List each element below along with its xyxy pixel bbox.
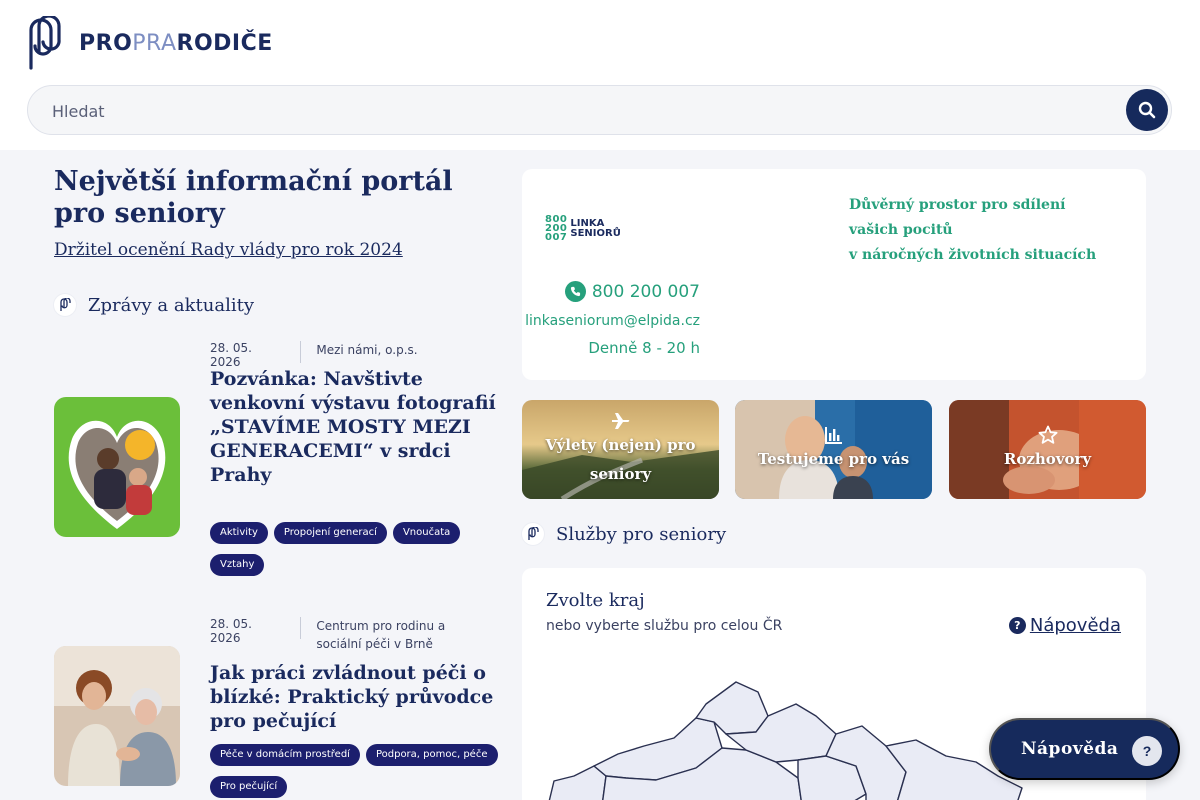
linka-senioru-logo[interactable]: 800 200 007 LINKA SENIORŮ (545, 215, 621, 243)
logo-wordmark: PROPRARODIČE (79, 31, 273, 56)
phone-icon (564, 281, 586, 302)
article-org: Centrum pro rodinu a sociální péči v Brn… (316, 619, 446, 651)
article-tags: Aktivity Propojení generací Vnoučata Vzt… (210, 522, 500, 576)
search-button[interactable] (1126, 89, 1168, 131)
tile-label: Testujeme pro vás (757, 450, 910, 468)
linka-phone-number: 800 200 007 (591, 281, 700, 302)
pp-logo-icon (522, 523, 544, 545)
region-selector-subtitle: nebo vyberte službu pro celou ČR (546, 618, 783, 634)
logo-pro: PRO (79, 30, 133, 56)
linka-claim: Důvěrný prostor pro sdílení vašich pocit… (849, 193, 1119, 268)
linka-logo-word: LINKA SENIORŮ (570, 217, 621, 239)
tag[interactable]: Vztahy (210, 554, 265, 576)
czech-regions-map[interactable] (546, 676, 1026, 800)
tile-rozhovory[interactable]: Rozhovory (949, 400, 1146, 499)
news-heading: Zprávy a aktuality (54, 294, 254, 316)
services-heading: Služby pro seniory (522, 523, 726, 545)
award-link[interactable]: Držitel ocenění Rady vlády pro rok 2024 (54, 240, 403, 260)
linka-logo-num: 007 (545, 232, 568, 243)
pp-logo-icon (54, 294, 76, 316)
linka-claim-line: Důvěrný prostor pro sdílení vašich pocit… (849, 197, 1066, 238)
services-heading-label: Služby pro seniory (556, 523, 727, 545)
article-date: 28. 05. 2026 (210, 617, 302, 645)
search-icon (1138, 101, 1156, 119)
logo-rodice: RODIČE (176, 30, 273, 56)
article-image[interactable] (54, 397, 180, 537)
logo-pra: PRA (132, 30, 177, 56)
article-title[interactable]: Pozvánka: Navštivte venkovní výstavu fot… (210, 367, 500, 487)
linka-logo-word-line: SENIORŮ (570, 227, 621, 239)
article-meta: 28. 05. 2026 Mezi námi, o.p.s. (210, 341, 494, 369)
tile-vylety[interactable]: Výlety (nejen) pro seniory (522, 400, 719, 499)
article-tags: Péče v domácím prostředí Podpora, pomoc,… (210, 744, 500, 798)
article-meta: 28. 05. 2026 Centrum pro rodinu a sociál… (210, 617, 494, 653)
help-floating-label: Nápověda (1021, 739, 1119, 759)
question-icon: ? (1132, 736, 1162, 766)
linka-logo-word-line: LINKA (570, 217, 605, 229)
help-link-label: Nápověda (1029, 615, 1121, 636)
help-floating-button[interactable]: Nápověda ? (989, 718, 1180, 780)
linka-claim-line: v náročných životních situacích (849, 247, 1097, 263)
map-region-karlovarsky (548, 765, 607, 800)
region-selector-title: Zvolte kraj (546, 590, 645, 611)
tag[interactable]: Vnoučata (392, 522, 461, 544)
news-heading-label: Zprávy a aktuality (88, 294, 254, 316)
linka-logo-numbers: 800 200 007 (545, 215, 568, 243)
article-image[interactable] (54, 646, 180, 786)
article-org: Mezi námi, o.p.s. (316, 343, 418, 357)
tile-testujeme[interactable]: Testujeme pro vás (735, 400, 932, 499)
tile-label: Výlety (nejen) pro seniory (545, 435, 696, 483)
tag[interactable]: Pro pečující (210, 776, 288, 798)
linka-hours: Denně 8 - 20 h (588, 339, 700, 357)
linka-email[interactable]: linkaseniorum@elpida.cz (525, 313, 700, 329)
bar-chart-icon (824, 427, 842, 444)
linka-senioru-card: 800 200 007 LINKA SENIORŮ 800 200 007 li… (522, 169, 1146, 380)
tag[interactable]: Péče v domácím prostředí (210, 744, 360, 766)
linka-phone[interactable]: 800 200 007 (564, 281, 700, 302)
star-icon (1038, 425, 1057, 444)
tag[interactable]: Aktivity (210, 522, 268, 544)
airplane-icon (611, 412, 629, 429)
tile-label: Rozhovory (1003, 450, 1092, 468)
search-input[interactable] (52, 98, 1112, 124)
site-header: PROPRARODIČE (0, 0, 1200, 150)
tag[interactable]: Podpora, pomoc, péče (365, 744, 498, 766)
logo-mark-icon (29, 16, 61, 70)
site-logo[interactable]: PROPRARODIČE (27, 16, 273, 70)
page-title: Největší informační portál pro seniory (54, 166, 453, 229)
tag[interactable]: Propojení generací (273, 522, 387, 544)
question-icon: ? (1008, 617, 1026, 634)
article-date: 28. 05. 2026 (210, 341, 302, 369)
article-title[interactable]: Jak práci zvládnout péči o blízké: Prakt… (210, 661, 500, 733)
help-link[interactable]: ? Nápověda (1008, 615, 1121, 636)
search-bar (27, 85, 1172, 135)
